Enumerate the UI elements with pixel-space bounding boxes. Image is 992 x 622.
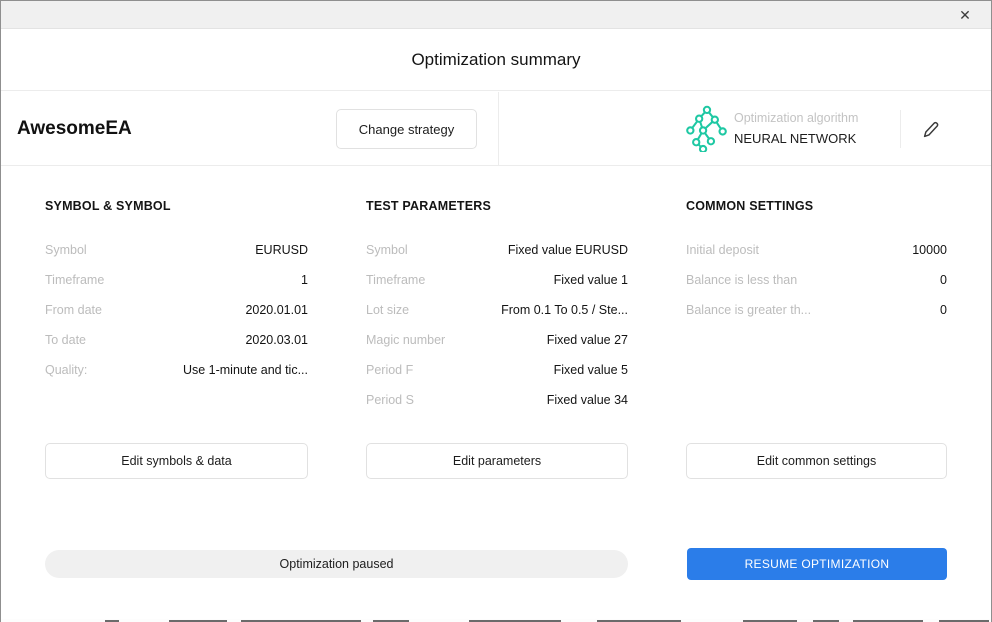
window-titlebar: ✕: [1, 1, 991, 29]
edit-algorithm-button[interactable]: [916, 116, 946, 144]
section-title: COMMON SETTINGS: [686, 199, 813, 213]
param-row: Balance is greater th... 0: [686, 295, 947, 325]
param-row: Timeframe 1: [45, 265, 308, 295]
param-label: Balance is greater th...: [686, 303, 811, 317]
strategy-name: AwesomeEA: [17, 118, 132, 140]
param-value: 1: [301, 273, 308, 287]
param-value: From 0.1 To 0.5 / Ste...: [501, 303, 628, 317]
param-value: 0: [940, 303, 947, 317]
param-row: Magic number Fixed value 27: [366, 325, 628, 355]
strategy-header-row: AwesomeEA Change strategy Optimization a…: [1, 92, 991, 166]
param-label: To date: [45, 333, 86, 347]
param-value: 2020.03.01: [245, 333, 308, 347]
algorithm-block: Optimization algorithm NEURAL NETWORK: [686, 105, 858, 152]
param-row: Period S Fixed value 34: [366, 385, 628, 415]
param-value: 2020.01.01: [245, 303, 308, 317]
param-value: Fixed value 27: [547, 333, 628, 347]
param-label: From date: [45, 303, 102, 317]
param-row: To date 2020.03.01: [45, 325, 308, 355]
algorithm-edit-divider: [900, 110, 901, 148]
change-strategy-button[interactable]: Change strategy: [336, 109, 477, 149]
param-label: Symbol: [45, 243, 87, 257]
param-value: Fixed value 5: [554, 363, 628, 377]
page-title: Optimization summary: [1, 29, 991, 91]
param-value: Use 1-minute and tic...: [183, 363, 308, 377]
param-rows: Symbol Fixed value EURUSD Timeframe Fixe…: [366, 235, 628, 415]
param-row: Period F Fixed value 5: [366, 355, 628, 385]
param-row: Symbol EURUSD: [45, 235, 308, 265]
param-row: Quality: Use 1-minute and tic...: [45, 355, 308, 385]
param-label: Magic number: [366, 333, 445, 347]
param-rows: Initial deposit 10000 Balance is less th…: [686, 235, 947, 325]
param-row: Timeframe Fixed value 1: [366, 265, 628, 295]
param-row: Initial deposit 10000: [686, 235, 947, 265]
param-value: Fixed value EURUSD: [508, 243, 628, 257]
algorithm-value: NEURAL NETWORK: [734, 131, 858, 147]
param-row: Symbol Fixed value EURUSD: [366, 235, 628, 265]
section-title: TEST PARAMETERS: [366, 199, 491, 213]
edit-symbols-data-button[interactable]: Edit symbols & data: [45, 443, 308, 479]
param-label: Timeframe: [366, 273, 425, 287]
param-value: 0: [940, 273, 947, 287]
param-label: Timeframe: [45, 273, 104, 287]
param-row: From date 2020.01.01: [45, 295, 308, 325]
section-title: SYMBOL & SYMBOL: [45, 199, 171, 213]
edit-parameters-button[interactable]: Edit parameters: [366, 443, 628, 479]
param-label: Lot size: [366, 303, 409, 317]
resume-optimization-button[interactable]: RESUME OPTIMIZATION: [687, 548, 947, 580]
param-label: Period F: [366, 363, 413, 377]
param-label: Initial deposit: [686, 243, 759, 257]
param-value: Fixed value 34: [547, 393, 628, 407]
param-label: Balance is less than: [686, 273, 797, 287]
param-value: EURUSD: [255, 243, 308, 257]
edit-common-settings-button[interactable]: Edit common settings: [686, 443, 947, 479]
close-icon[interactable]: ✕: [947, 1, 983, 29]
header-divider: [498, 92, 499, 166]
param-row: Lot size From 0.1 To 0.5 / Ste...: [366, 295, 628, 325]
algorithm-label: Optimization algorithm: [734, 110, 858, 126]
param-label: Quality:: [45, 363, 87, 377]
param-label: Symbol: [366, 243, 408, 257]
param-value: Fixed value 1: [554, 273, 628, 287]
neural-network-icon: [686, 105, 727, 152]
pencil-icon: [920, 119, 942, 141]
param-value: 10000: [912, 243, 947, 257]
param-row: Balance is less than 0: [686, 265, 947, 295]
algorithm-text: Optimization algorithm NEURAL NETWORK: [734, 110, 858, 147]
optimization-summary-dialog: ✕ Optimization summary AwesomeEA Change …: [0, 0, 992, 622]
optimization-status-badge: Optimization paused: [45, 550, 628, 578]
param-label: Period S: [366, 393, 414, 407]
param-rows: Symbol EURUSD Timeframe 1 From date 2020…: [45, 235, 308, 385]
